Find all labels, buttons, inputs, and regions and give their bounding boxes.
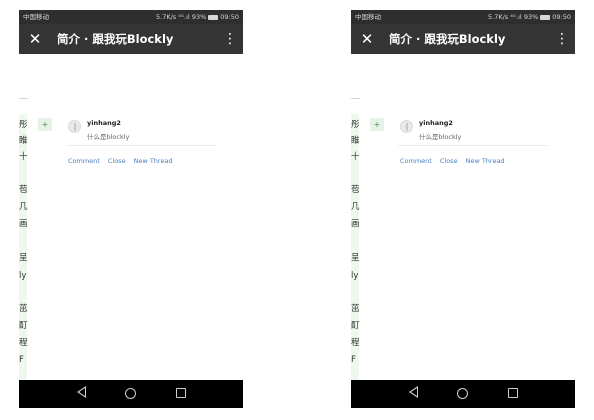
avatar — [400, 120, 413, 133]
strip-char: 十 — [19, 152, 28, 162]
strip-char: 画 — [351, 219, 360, 229]
phone-screenshot-left: 中国移动 5.7K/s ⁴ᴳ.ıl 93% 09:50 ✕ 简介 · 跟我玩Blo… — [19, 10, 243, 408]
strip-char: 茁 — [351, 304, 360, 314]
strip-char: 睢 — [351, 136, 360, 146]
page-title: 简介 · 跟我玩Blockly — [389, 32, 506, 46]
home-icon[interactable] — [125, 388, 136, 399]
net-speed: 5.7K/s — [488, 13, 509, 21]
strip-char: 程 — [351, 338, 360, 348]
content-area: 彤 睢 十 苞 几 画 呈 ly 茁 酊 程 F + yinhang2 什么是b… — [351, 54, 575, 380]
strip-char: F — [19, 355, 24, 365]
strip-char: F — [351, 355, 356, 365]
android-nav-bar — [19, 380, 243, 408]
battery-icon — [208, 14, 219, 20]
back-icon[interactable] — [77, 386, 86, 398]
content-area: 彤 睢 十 苞 几 画 呈 ly 茁 酊 程 F + yinhang2 什么是b… — [19, 54, 243, 380]
add-comment-button[interactable]: + — [370, 118, 384, 131]
divider — [19, 98, 28, 99]
strip-char: 画 — [19, 219, 28, 229]
comment-actions: Comment Close New Thread — [400, 157, 513, 165]
strip-char: 呈 — [19, 253, 28, 263]
strip-char: 彤 — [19, 120, 28, 130]
comment-link[interactable]: Comment — [68, 157, 100, 165]
divider — [351, 98, 360, 99]
status-right: 5.7K/s ⁴ᴳ.ıl 93% 09:50 — [488, 10, 571, 24]
strip-char: 十 — [351, 152, 360, 162]
strip-char: ly — [351, 271, 359, 281]
android-nav-bar — [351, 380, 575, 408]
close-icon[interactable]: ✕ — [25, 29, 45, 49]
recent-apps-icon[interactable] — [176, 388, 186, 398]
recent-apps-icon[interactable] — [508, 388, 518, 398]
close-icon[interactable]: ✕ — [357, 29, 377, 49]
signal-icon: ⁴ᴳ.ıl — [178, 13, 190, 21]
more-menu-icon[interactable]: ⋮ — [555, 29, 569, 49]
comment-text: 什么是blockly — [87, 133, 130, 141]
strip-char: 苞 — [351, 185, 360, 195]
strip-char: 呈 — [351, 253, 360, 263]
comment-divider — [398, 145, 549, 146]
strip-char: 几 — [351, 202, 360, 212]
carrier-label: 中国移动 — [355, 13, 381, 21]
carrier-label: 中国移动 — [23, 13, 49, 21]
home-icon[interactable] — [457, 388, 468, 399]
close-link[interactable]: Close — [440, 157, 458, 165]
clock: 09:50 — [220, 13, 239, 21]
comment-divider — [66, 145, 217, 146]
strip-char: 程 — [19, 338, 28, 348]
more-menu-icon[interactable]: ⋮ — [223, 29, 237, 49]
title-bar: ✕ 简介 · 跟我玩Blockly ⋮ — [351, 24, 575, 54]
strip-char: 茁 — [19, 304, 28, 314]
net-speed: 5.7K/s — [156, 13, 177, 21]
status-bar: 中国移动 5.7K/s ⁴ᴳ.ıl 93% 09:50 — [351, 10, 575, 24]
comment-username: yinhang2 — [87, 119, 121, 127]
comment-actions: Comment Close New Thread — [68, 157, 181, 165]
close-link[interactable]: Close — [108, 157, 126, 165]
phone-screenshot-right: 中国移动 5.7K/s ⁴ᴳ.ıl 93% 09:50 ✕ 简介 · 跟我玩Blo… — [351, 10, 575, 408]
avatar — [68, 120, 81, 133]
battery-percent: 93% — [191, 13, 207, 21]
signal-icon: ⁴ᴳ.ıl — [510, 13, 522, 21]
add-comment-button[interactable]: + — [38, 118, 52, 131]
strip-char: 酊 — [351, 321, 360, 331]
strip-char: ly — [19, 271, 27, 281]
back-icon[interactable] — [409, 386, 418, 398]
battery-icon — [540, 14, 551, 20]
comment-text: 什么是blockly — [419, 133, 462, 141]
strip-char: 几 — [19, 202, 28, 212]
strip-char: 睢 — [19, 136, 28, 146]
comment-username: yinhang2 — [419, 119, 453, 127]
clock: 09:50 — [552, 13, 571, 21]
battery-percent: 93% — [523, 13, 539, 21]
new-thread-link[interactable]: New Thread — [466, 157, 505, 165]
page-title: 简介 · 跟我玩Blockly — [57, 32, 174, 46]
status-right: 5.7K/s ⁴ᴳ.ıl 93% 09:50 — [156, 10, 239, 24]
strip-char: 苞 — [19, 185, 28, 195]
title-bar: ✕ 简介 · 跟我玩Blockly ⋮ — [19, 24, 243, 54]
strip-char: 彤 — [351, 120, 360, 130]
new-thread-link[interactable]: New Thread — [134, 157, 173, 165]
comment-link[interactable]: Comment — [400, 157, 432, 165]
status-bar: 中国移动 5.7K/s ⁴ᴳ.ıl 93% 09:50 — [19, 10, 243, 24]
strip-char: 酊 — [19, 321, 28, 331]
